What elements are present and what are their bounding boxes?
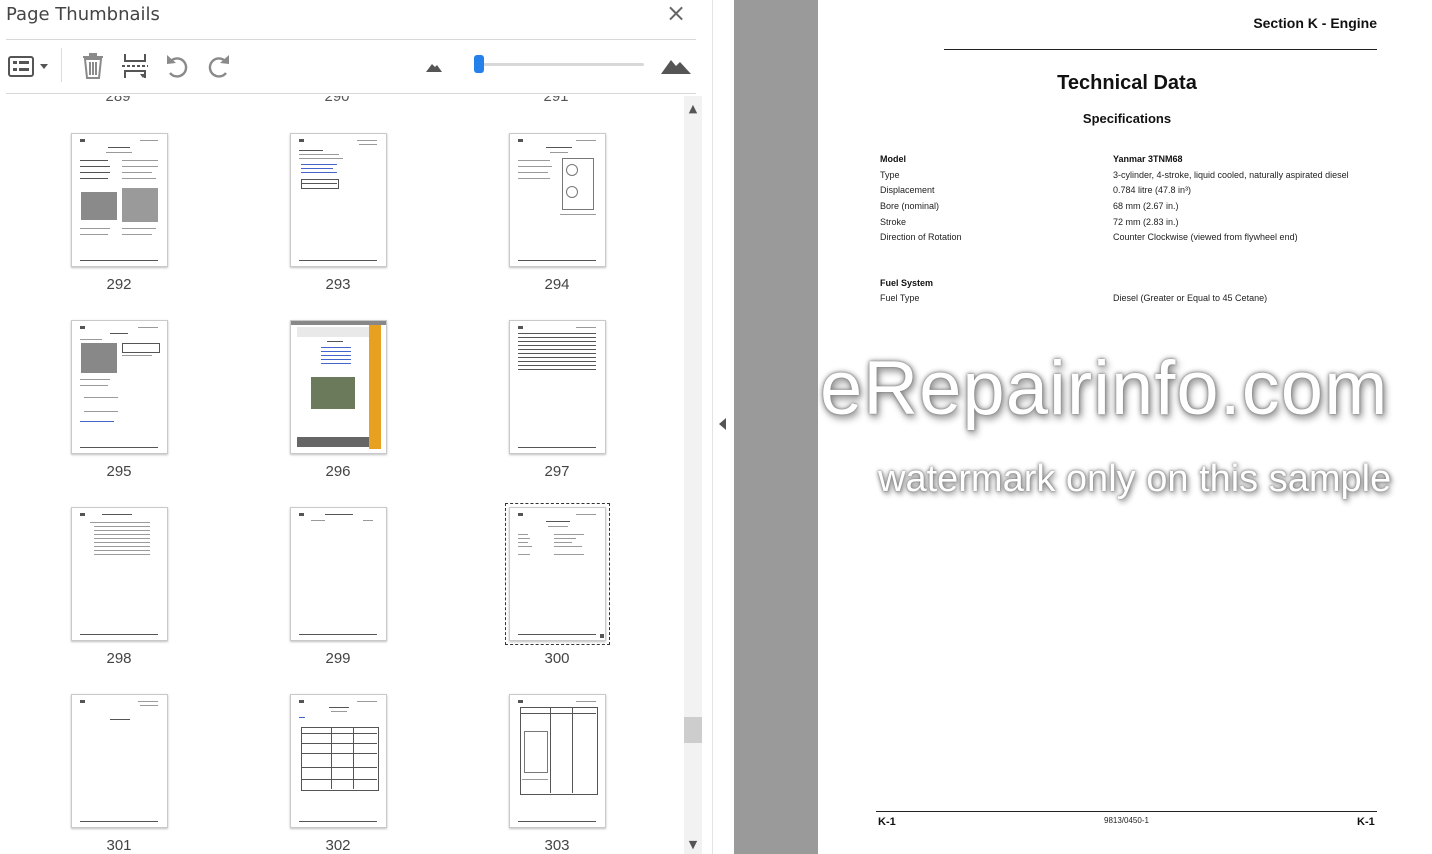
- spec-value: Diesel (Greater or Equal to 45 Cetane): [1113, 293, 1268, 303]
- spec-label: Model: [880, 154, 906, 164]
- spec-label: Direction of Rotation: [880, 232, 962, 242]
- spec-value: Counter Clockwise (viewed from flywheel …: [1113, 232, 1298, 242]
- page-thumbnail[interactable]: [509, 320, 606, 454]
- large-mountain-icon: [661, 60, 691, 74]
- scroll-up-arrow-icon[interactable]: ▲: [684, 102, 702, 118]
- page-thumbnail[interactable]: [290, 507, 387, 641]
- footer-rule: [876, 811, 1377, 812]
- scroll-down-arrow-icon[interactable]: ▼: [684, 838, 702, 854]
- header-rule: [944, 49, 1377, 50]
- thumbnail-label: 290: [324, 96, 350, 105]
- watermark-text: eRepairinfo.com: [820, 346, 1389, 431]
- thumbnail-label: 302: [325, 837, 351, 854]
- thumbnail-label: 296: [325, 463, 351, 480]
- close-icon[interactable]: ×: [664, 1, 688, 26]
- rotate-counterclockwise-icon: [167, 55, 188, 78]
- rotate-clockwise-button[interactable]: [202, 50, 236, 82]
- small-mountain-icon: [426, 64, 442, 72]
- spec-value: 72 mm (2.83 in.): [1113, 217, 1179, 227]
- toolbar-divider: [61, 48, 62, 82]
- scrollbar-thumb[interactable]: [684, 716, 702, 743]
- spec-value: 0.784 litre (47.8 in³): [1113, 185, 1192, 195]
- fuel-section-heading: Fuel System: [880, 278, 934, 288]
- options-menu-button[interactable]: [4, 50, 50, 82]
- watermark-note: watermark only on this sample: [878, 458, 1392, 500]
- trash-icon: [83, 53, 103, 79]
- thumbnail-size-slider[interactable]: [474, 55, 644, 73]
- footer-page-right: K-1: [1357, 816, 1375, 828]
- page-thumbnail-selected[interactable]: [505, 503, 610, 645]
- collapse-panel-arrow-icon[interactable]: [719, 418, 726, 430]
- spec-label: Displacement: [880, 185, 935, 195]
- thumbnail-label: 292: [106, 276, 132, 293]
- page-heading: Technical Data: [1057, 72, 1197, 94]
- rotate-counterclockwise-button[interactable]: [160, 50, 194, 82]
- page-thumbnails-panel: Page Thumbnails × 289 290 291 292 293 29…: [0, 0, 712, 854]
- options-menu-icon: [8, 56, 48, 77]
- panel-title: Page Thumbnails: [6, 4, 160, 25]
- panel-splitter[interactable]: [712, 0, 735, 854]
- spec-label: Stroke: [880, 217, 907, 227]
- spec-value: 68 mm (2.67 in.): [1113, 201, 1179, 211]
- spec-value: 3-cylinder, 4-stroke, liquid cooled, nat…: [1113, 170, 1349, 180]
- insert-pages-button[interactable]: [118, 50, 152, 82]
- section-title: Section K - Engine: [1253, 15, 1377, 31]
- thumbnail-label: 293: [325, 276, 351, 293]
- thumbnail-label: 299: [325, 650, 351, 667]
- page-thumbnail[interactable]: [71, 320, 168, 454]
- spec-label: Type: [880, 170, 900, 180]
- document-page[interactable]: Section K - Engine Technical Data Specif…: [818, 0, 1432, 854]
- thumbnail-label: 291: [543, 96, 569, 105]
- footer-document-number: 9813/0450-1: [1104, 816, 1149, 825]
- thumbnail-label: 297: [544, 463, 570, 480]
- page-thumbnail[interactable]: [509, 694, 606, 828]
- thumbnail-label: 294: [544, 276, 570, 293]
- page-subheading: Specifications: [1082, 111, 1172, 126]
- thumbnail-label: 300: [544, 650, 570, 667]
- page-thumbnail[interactable]: [71, 507, 168, 641]
- page-thumbnail[interactable]: [509, 133, 606, 267]
- spec-label: Bore (nominal): [880, 201, 940, 211]
- page-thumbnail[interactable]: [290, 133, 387, 267]
- thumbnail-label: 289: [105, 96, 131, 105]
- delete-pages-button[interactable]: [76, 50, 110, 82]
- thumbnail-label: 301: [106, 837, 132, 854]
- thumbnail-label: 303: [544, 837, 570, 854]
- thumbnail-grid: 289 290 291 292 293 294 295 296 297 298 …: [0, 96, 684, 854]
- thumbnail-scrollbar[interactable]: ▲ ▼: [684, 96, 702, 854]
- thumbnail-label: 298: [106, 650, 132, 667]
- slider-handle[interactable]: [474, 55, 485, 73]
- spec-value: Yanmar 3TNM68: [1113, 154, 1183, 164]
- insert-pages-icon: [122, 54, 148, 78]
- thumbnail-label: 295: [106, 463, 132, 480]
- page-thumbnail[interactable]: [290, 320, 387, 454]
- spec-label: Fuel Type: [880, 293, 920, 303]
- divider: [6, 93, 696, 94]
- larger-thumbnails-button[interactable]: [658, 50, 694, 82]
- page-thumbnail[interactable]: [71, 133, 168, 267]
- divider: [6, 39, 696, 40]
- page-thumbnail[interactable]: [71, 694, 168, 828]
- footer-page-left: K-1: [878, 816, 896, 828]
- rotate-clockwise-icon: [208, 55, 229, 78]
- smaller-thumbnails-button[interactable]: [422, 50, 446, 82]
- page-thumbnail[interactable]: [290, 694, 387, 828]
